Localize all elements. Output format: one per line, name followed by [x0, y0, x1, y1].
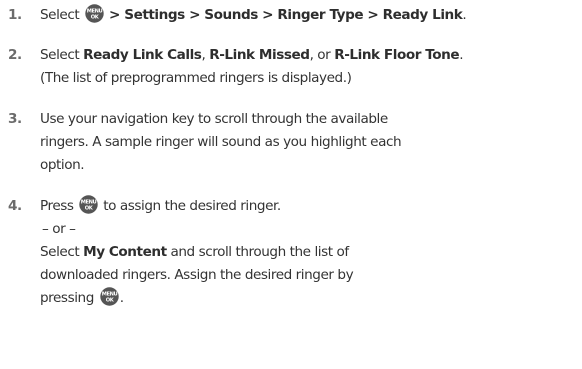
- menu-ok-key-icon: MENU OK: [85, 4, 104, 23]
- icon-label-top: MENU: [87, 8, 103, 14]
- step-line: Select My Content and scroll through the…: [40, 241, 580, 264]
- step-line: downloaded ringers. Assign the desired r…: [40, 267, 354, 283]
- step-number: 1.: [8, 7, 22, 23]
- option-ready-link-calls: Ready Link Calls: [83, 47, 202, 63]
- step-line: Press MENU OK to assign the desired ring…: [40, 195, 580, 218]
- step-3: 3. Use your navigation key to scroll thr…: [0, 108, 582, 177]
- press-suffix: to assign the desired ringer.: [103, 198, 281, 214]
- press-text: Press: [40, 198, 74, 214]
- step-line-rest: and scroll through the list of: [170, 244, 350, 260]
- step-number: 3.: [8, 111, 22, 127]
- period: .: [459, 47, 464, 63]
- step-line: Use your navigation key to scroll throug…: [40, 111, 388, 127]
- separator: , or: [309, 47, 331, 63]
- step-text: Select Ready Link Calls, R-Link Missed, …: [40, 44, 580, 90]
- option-r-link-floor-tone: R-Link Floor Tone: [334, 47, 460, 63]
- step-1: 1. Select MENU OK > Settings > Sounds > …: [0, 4, 582, 27]
- menu-ok-key-icon: MENU OK: [100, 287, 119, 306]
- step-line: Select Ready Link Calls, R-Link Missed, …: [40, 44, 580, 67]
- step-note: (The list of preprogrammed ringers is di…: [40, 70, 352, 86]
- select-text: Select: [40, 47, 80, 63]
- step-line: ringers. A sample ringer will sound as y…: [40, 134, 402, 150]
- period: .: [119, 290, 124, 306]
- menu-ok-key-icon: MENU OK: [79, 195, 99, 214]
- my-content-option: My Content: [83, 244, 167, 260]
- separator: ,: [201, 47, 206, 63]
- icon-label-top: MENU: [81, 199, 97, 205]
- icon-label-top: MENU: [102, 291, 118, 297]
- or-separator: – or –: [42, 221, 76, 237]
- select-text: Select: [40, 7, 80, 23]
- document-page: 1. Select MENU OK > Settings > Sounds > …: [0, 0, 582, 369]
- step-text: Use your navigation key to scroll throug…: [40, 108, 580, 177]
- step-4: 4. Press MENU OK to assign the desired r…: [0, 195, 582, 310]
- step-number: 2.: [8, 47, 22, 63]
- pressing-text: pressing: [40, 290, 94, 306]
- step-line: pressing MENU OK .: [40, 287, 580, 310]
- menu-path: > Settings > Sounds > Ringer Type > Read…: [109, 7, 463, 23]
- step-text: Select MENU OK > Settings > Sounds > Rin…: [40, 4, 580, 27]
- step-text: Press MENU OK to assign the desired ring…: [40, 195, 580, 310]
- step-line: option.: [40, 157, 85, 173]
- option-r-link-missed: R-Link Missed: [209, 47, 310, 63]
- select-text: Select: [40, 244, 80, 260]
- step-line: Select MENU OK > Settings > Sounds > Rin…: [40, 4, 580, 27]
- period: .: [462, 7, 467, 23]
- step-2: 2. Select Ready Link Calls, R-Link Misse…: [0, 44, 582, 90]
- step-number: 4.: [8, 198, 22, 214]
